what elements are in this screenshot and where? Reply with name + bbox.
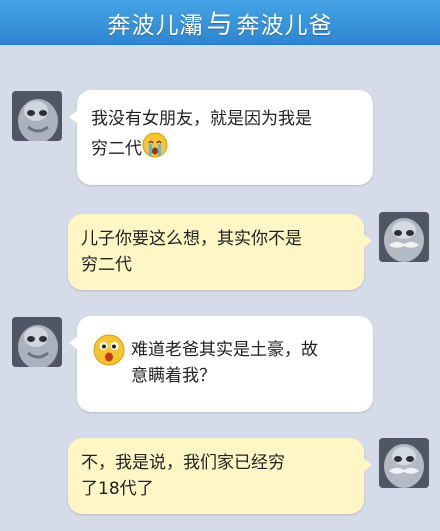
- fish-head-icon: [12, 317, 62, 367]
- chat-area[interactable]: 我没有女朋友，就是因为我是 穷二代 儿子你要这么想，其实你不是 穷二代 难道老爸…: [0, 44, 440, 531]
- message-2-line-1: 儿子你要这么想，其实你不是: [81, 229, 302, 249]
- title-connector: 与: [206, 9, 234, 40]
- fish-head-mustache-icon: [379, 438, 429, 488]
- surprised-face-icon: [93, 334, 125, 374]
- title-bar: 奔波儿灞与奔波儿爸: [0, 0, 440, 45]
- message-1-line-1: 我没有女朋友，就是因为我是: [91, 109, 312, 129]
- message-3-line-2: 意瞒着我？: [131, 366, 216, 386]
- message-bubble-4[interactable]: 不，我是说，我们家已经穷 了18代了: [68, 438, 372, 514]
- message-bubble-2[interactable]: 儿子你要这么想，其实你不是 穷二代: [68, 214, 372, 290]
- message-bubble-1[interactable]: 我没有女朋友，就是因为我是 穷二代: [69, 90, 373, 185]
- avatar-dad[interactable]: [379, 438, 429, 488]
- message-bubble-3[interactable]: 难道老爸其实是土豪，故 意瞒着我？: [69, 316, 373, 412]
- title-left: 奔波儿灞: [107, 12, 204, 39]
- chat-title: 奔波儿灞与奔波儿爸: [107, 4, 332, 41]
- message-3-line-1: 难道老爸其实是土豪，故: [131, 340, 318, 360]
- message-1-line-2: 穷二代: [91, 139, 142, 159]
- avatar-son[interactable]: [12, 91, 62, 141]
- fish-head-icon: [12, 91, 62, 141]
- message-4-line-2: 了18代了: [81, 479, 154, 499]
- avatar-dad[interactable]: [379, 212, 429, 262]
- title-right: 奔波儿爸: [236, 12, 333, 39]
- crying-face-icon: [142, 132, 168, 166]
- avatar-son[interactable]: [12, 317, 62, 367]
- message-2-line-2: 穷二代: [81, 255, 132, 275]
- fish-head-mustache-icon: [379, 212, 429, 262]
- message-4-line-1: 不，我是说，我们家已经穷: [81, 453, 285, 473]
